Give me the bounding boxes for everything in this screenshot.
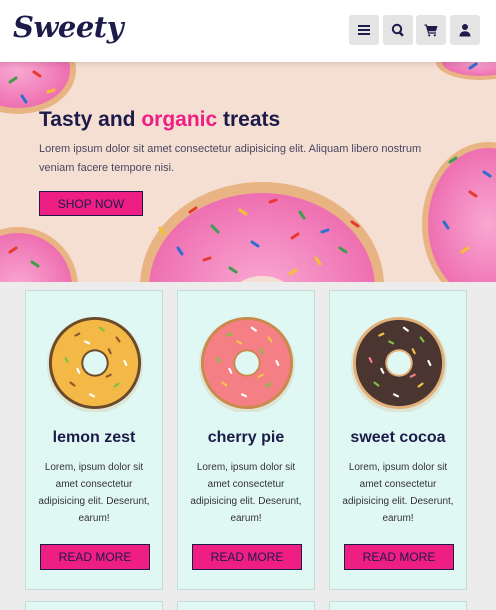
read-more-button[interactable]: READ MORE [40, 544, 150, 570]
product-card-lemon-zest: lemon zest Lorem, ipsum dolor sit amet c… [25, 290, 163, 590]
product-description: Lorem, ipsum dolor sit amet consectetur … [190, 462, 302, 524]
user-button[interactable] [450, 15, 480, 45]
cart-button[interactable] [416, 15, 446, 45]
cherry-donut-image [198, 316, 296, 412]
lemon-donut-image [46, 316, 144, 412]
read-more-button[interactable]: READ MORE [192, 544, 302, 570]
product-name: sweet cocoa [350, 429, 446, 446]
product-name: cherry pie [207, 429, 285, 446]
product-card-sweet-cocoa: sweet cocoa Lorem, ipsum dolor sit amet … [329, 290, 467, 590]
product-card-partial [177, 601, 315, 610]
product-description: Lorem, ipsum dolor sit amet consectetur … [38, 462, 150, 524]
cart-icon [424, 24, 438, 37]
hero-title: Tasty and organic treats [39, 108, 281, 131]
read-more-button[interactable]: READ MORE [344, 544, 454, 570]
product-name: lemon zest [52, 429, 136, 446]
product-card-partial [25, 601, 163, 610]
hero-description: Lorem ipsum dolor sit amet consectetur a… [39, 143, 422, 174]
search-icon [391, 23, 404, 37]
shop-now-button[interactable]: SHOP NOW [39, 191, 143, 216]
menu-button[interactable] [349, 15, 379, 45]
cocoa-donut-image [350, 316, 448, 412]
menu-icon [358, 25, 370, 35]
product-card-cherry-pie: cherry pie Lorem, ipsum dolor sit amet c… [177, 290, 315, 590]
site-header: Sweety [0, 0, 496, 62]
product-card-partial [329, 601, 467, 610]
user-icon [459, 24, 471, 37]
logo[interactable]: Sweety [13, 10, 124, 44]
product-description: Lorem, ipsum dolor sit amet consectetur … [342, 462, 454, 524]
hero-banner: Tasty and organic treats Lorem ipsum dol… [0, 62, 496, 282]
hero-title-accent: organic [141, 108, 218, 131]
search-button[interactable] [383, 15, 413, 45]
